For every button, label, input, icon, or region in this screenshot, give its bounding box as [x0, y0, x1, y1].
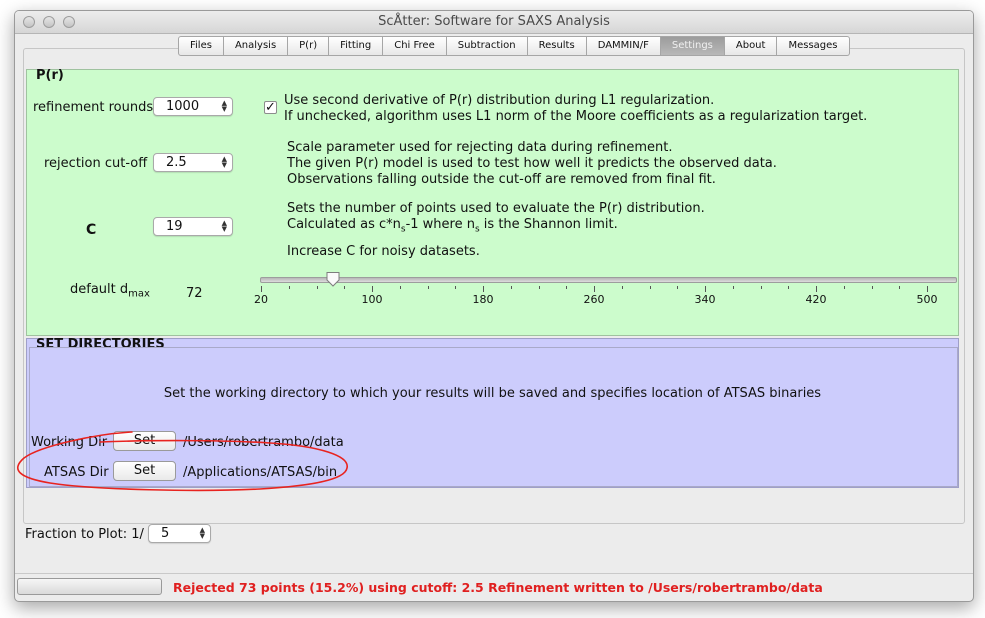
slider-tick	[927, 286, 928, 292]
refinement-rounds-label: refinement rounds	[33, 100, 154, 115]
slider-tick	[372, 286, 373, 292]
c-label: C	[86, 222, 97, 238]
c-line1: Sets the number of points used to evalua…	[287, 201, 705, 216]
slider-tick	[455, 286, 457, 289]
slider-tick-label: 180	[472, 293, 494, 306]
default-dmax-value: 72	[186, 286, 203, 301]
tab-messages[interactable]: Messages	[777, 36, 850, 56]
window-title: ScÅtter: Software for SAXS Analysis	[378, 14, 610, 29]
fraction-to-plot-label: Fraction to Plot: 1/	[25, 527, 144, 542]
stepper-arrows-icon[interactable]: ▲ ▼	[222, 220, 227, 233]
c-line2-part-a: Calculated as c*n	[287, 217, 401, 232]
status-bar: Rejected 73 points (15.2%) using cutoff:…	[15, 573, 973, 600]
second-derivative-line1: Use second derivative of P(r) distributi…	[284, 93, 715, 108]
c-line2: Calculated as c*ns-1 where ns is the Sha…	[287, 217, 705, 238]
slider-tick	[566, 286, 568, 289]
slider-tick	[843, 286, 845, 289]
slider-tick	[871, 286, 873, 289]
tab-files[interactable]: Files	[178, 36, 224, 56]
slider-tick	[621, 286, 623, 289]
slider-tick	[510, 286, 512, 289]
tab-dammin[interactable]: DAMMIN/F	[586, 36, 661, 56]
set-directories-panel: SET DIRECTORIES Set the working director…	[26, 337, 959, 488]
slider-tick	[344, 286, 346, 289]
rejection-line1: Scale parameter used for rejecting data …	[287, 140, 673, 155]
slider-tick-label: 260	[583, 293, 605, 306]
tab-results[interactable]: Results	[527, 36, 587, 56]
slider-tick	[261, 286, 262, 292]
refinement-rounds-stepper[interactable]: 1000 ▲ ▼	[153, 97, 233, 116]
slider-tick	[899, 286, 901, 289]
slider-tick	[705, 286, 706, 292]
slider-tick	[427, 286, 429, 289]
slider-tick	[760, 286, 762, 289]
working-dir-label: Working Dir	[31, 435, 108, 450]
c-line3: Increase C for noisy datasets.	[287, 243, 480, 259]
refinement-rounds-value: 1000	[166, 99, 200, 114]
rejection-cutoff-label: rejection cut-off	[44, 156, 148, 171]
atsas-dir-label: ATSAS Dir	[44, 465, 109, 480]
slider-tick-label: 500	[916, 293, 938, 306]
slider-tick-label: 100	[361, 293, 383, 306]
tab-pr[interactable]: P(r)	[288, 36, 330, 56]
second-derivative-checkbox[interactable]: ✓	[264, 101, 277, 114]
atsas-dir-set-button[interactable]: Set	[113, 461, 176, 481]
pr-settings-panel: P(r) refinement rounds 1000 ▲ ▼ ✓ Use sec…	[26, 68, 959, 336]
c-line2-part-b: -1 where n	[405, 217, 475, 232]
second-derivative-line2: If unchecked, algorithm uses L1 norm of …	[284, 109, 868, 124]
slider-tick	[788, 286, 790, 289]
tab-bar: Files Analysis P(r) Fitting Chi Free Sub…	[178, 36, 850, 56]
pr-panel-title: P(r)	[36, 68, 64, 83]
default-dmax-label: default dmax	[70, 282, 150, 300]
dmax-slider-knob[interactable]	[325, 271, 341, 287]
status-message: Rejected 73 points (15.2%) using cutoff:…	[173, 580, 823, 595]
dmax-label-text: default d	[70, 282, 129, 297]
tab-analysis[interactable]: Analysis	[223, 36, 289, 56]
second-derivative-description: Use second derivative of P(r) distributi…	[284, 93, 867, 125]
tab-settings[interactable]: Settings	[660, 36, 725, 56]
slider-tick-label: 20	[254, 293, 268, 306]
stepper-arrows-icon[interactable]: ▲ ▼	[222, 156, 227, 169]
slider-tick-label: 420	[805, 293, 827, 306]
slider-tick-label: 340	[694, 293, 716, 306]
slider-tick	[816, 286, 817, 292]
working-dir-set-button[interactable]: Set	[113, 431, 176, 451]
c-value: 19	[166, 219, 183, 234]
title-bar: ScÅtter: Software for SAXS Analysis	[15, 11, 973, 34]
fraction-to-plot-value: 5	[161, 526, 170, 541]
working-dir-path: /Users/robertrambo/data	[183, 435, 344, 450]
stepper-arrows-icon[interactable]: ▲ ▼	[200, 527, 205, 540]
tab-about[interactable]: About	[724, 36, 778, 56]
dmax-label-sub: max	[128, 288, 150, 300]
fraction-to-plot-stepper[interactable]: 5 ▲ ▼	[148, 524, 211, 543]
rejection-line2: The given P(r) model is used to test how…	[287, 156, 777, 171]
rejection-cutoff-stepper[interactable]: 2.5 ▲ ▼	[153, 153, 233, 172]
dmax-slider-track[interactable]	[260, 277, 957, 283]
tab-subtraction[interactable]: Subtraction	[446, 36, 528, 56]
app-window: ScÅtter: Software for SAXS Analysis File…	[14, 10, 974, 602]
c-description: Sets the number of points used to evalua…	[287, 201, 705, 260]
c-line2-part-c: is the Shannon limit.	[479, 217, 618, 232]
progress-bar	[17, 578, 162, 595]
directories-info: Set the working directory to which your …	[163, 386, 822, 401]
slider-tick	[288, 286, 290, 289]
slider-tick	[538, 286, 540, 289]
slider-tick	[677, 286, 679, 289]
slider-tick	[399, 286, 401, 289]
rejection-line3: Observations falling outside the cut-off…	[287, 172, 716, 187]
tab-chi-free[interactable]: Chi Free	[383, 36, 447, 56]
slider-tick	[649, 286, 651, 289]
atsas-dir-path: /Applications/ATSAS/bin	[183, 465, 338, 480]
c-stepper[interactable]: 19 ▲ ▼	[153, 217, 233, 236]
slider-tick	[316, 286, 318, 289]
slider-tick	[594, 286, 595, 292]
rejection-description: Scale parameter used for rejecting data …	[287, 140, 777, 188]
slider-tick	[732, 286, 734, 289]
rejection-cutoff-value: 2.5	[166, 155, 187, 170]
tab-fitting[interactable]: Fitting	[329, 36, 384, 56]
slider-tick	[483, 286, 484, 292]
stepper-arrows-icon[interactable]: ▲ ▼	[222, 100, 227, 113]
